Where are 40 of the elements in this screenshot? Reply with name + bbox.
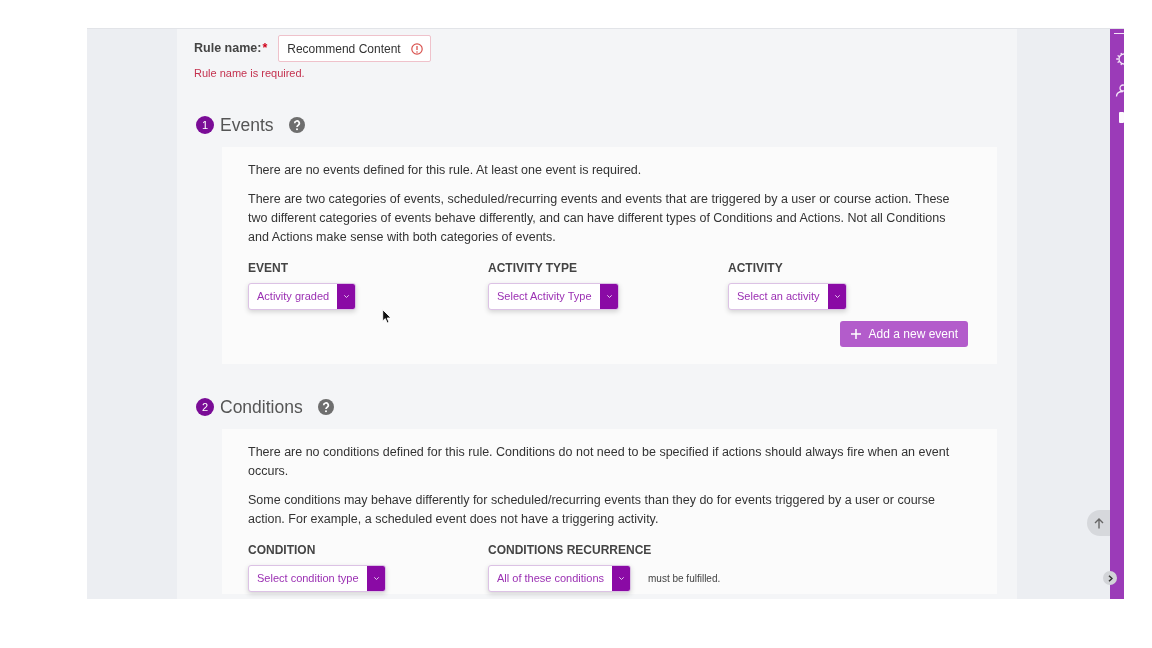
add-button[interactable]: Add a new event	[839, 321, 968, 347]
field-label: ACTIVITY	[728, 260, 783, 276]
caret-icon	[599, 284, 618, 309]
caret-icon	[612, 566, 630, 591]
section-title: Events	[220, 113, 274, 137]
plus-icon	[850, 329, 861, 339]
notice-text: There are no conditions defined for this rule. Conditions do not need to be specified if actions should always fire when an event occurs.	[248, 444, 951, 480]
arrow-up-icon	[1093, 517, 1104, 529]
chevron-right-icon	[1107, 574, 1113, 582]
select-dropdown[interactable]: Select Activity Type	[488, 283, 619, 310]
next-button[interactable]	[1103, 571, 1117, 585]
rule-name-field[interactable]: Recommend Content	[278, 35, 432, 62]
user-icon[interactable]	[1115, 84, 1124, 97]
select-dropdown[interactable]: Select an activity	[728, 283, 847, 310]
select-dropdown[interactable]: Activity graded	[248, 283, 357, 310]
scroll-top-button[interactable]	[1087, 510, 1110, 536]
gear-icon[interactable]	[1115, 52, 1124, 66]
step-number: 2	[196, 398, 214, 416]
field-label: EVENT	[248, 260, 288, 276]
field-label: CONDITION	[248, 542, 316, 558]
section-title: Conditions	[220, 395, 303, 419]
notice-text: There are no events defined for this rule. At least one event is required.	[248, 162, 642, 179]
description-text: There are two categories of events, scheduled/recurring events and events that are triggered by a user or course action. These two different categories of events behave differently, and can have different types of Conditions and Actions. Not all Conditions and Actions make sense with both categories of events.	[248, 191, 951, 246]
error-message: Rule name is required.	[194, 66, 305, 80]
field-label: ACTIVITY TYPE	[488, 260, 578, 276]
select-dropdown[interactable]: Select condition type	[248, 565, 386, 592]
caret-icon	[827, 284, 846, 309]
help-icon[interactable]	[317, 399, 334, 415]
field-label: Rule name:	[194, 40, 262, 58]
cursor-icon	[382, 309, 392, 324]
help-icon[interactable]	[288, 117, 305, 133]
caret-icon	[337, 284, 356, 309]
error-icon	[411, 42, 424, 55]
select-dropdown[interactable]: All of these conditions	[488, 565, 631, 592]
field-label: CONDITIONS RECURRENCE	[488, 542, 652, 558]
description-text: Some conditions may behave differently for scheduled/recurring events than they do for events triggered by a user or course action. For example, a scheduled event does not have a triggering activity.	[248, 492, 936, 528]
caret-icon	[366, 566, 385, 591]
required-mark: *	[262, 40, 268, 58]
step-number: 1	[196, 116, 214, 134]
suffix-text: must be fulfilled.	[648, 572, 721, 586]
